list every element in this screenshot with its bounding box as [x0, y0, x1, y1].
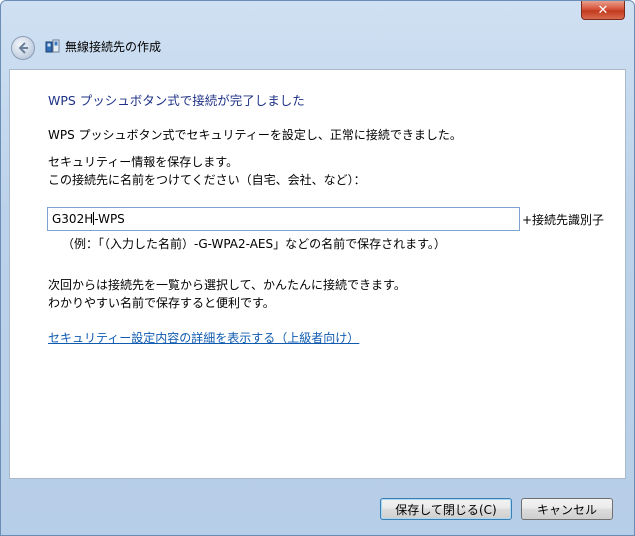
info-line-1: 次回からは接続先を一覧から選択して、かんたんに接続できます。 [48, 278, 406, 292]
example-text: （例：「（入力した名前）-G-WPA2-AES」などの名前で保存されます。） [62, 237, 446, 251]
identifier-suffix-label: +接続先識別子 [522, 213, 605, 227]
input-text-after-caret: -WPS [94, 212, 125, 226]
success-message: WPS プッシュボタン式でセキュリティーを設定し、正常に接続できました。 [48, 128, 462, 142]
connection-name-input[interactable]: G302H-WPS [47, 207, 520, 231]
security-details-link[interactable]: セキュリティー設定内容の詳細を表示する（上級者向け） [48, 329, 359, 346]
save-and-close-button[interactable]: 保存して閉じる(C) [380, 498, 512, 520]
save-info-text: セキュリティー情報を保存します。 [48, 155, 239, 169]
back-arrow-icon [18, 42, 28, 54]
close-button[interactable]: ✕ [581, 1, 625, 20]
name-prompt-text: この接続先に名前をつけてください（自宅、会社、など）： [48, 173, 366, 187]
content-panel: WPS プッシュボタン式で接続が完了しました WPS プッシュボタン式でセキュリ… [9, 69, 626, 479]
info-line-2: わかりやすい名前で保存すると便利です。 [48, 296, 275, 310]
cancel-button[interactable]: キャンセル [521, 498, 613, 520]
input-text-before-caret: G302H [52, 212, 94, 226]
wizard-title: 無線接続先の作成 [65, 40, 162, 54]
wireless-network-icon [45, 39, 60, 53]
page-heading: WPS プッシュボタン式で接続が完了しました [48, 93, 305, 108]
back-button[interactable] [11, 36, 35, 60]
close-icon: ✕ [597, 2, 609, 18]
wizard-window: ✕ 無線接続先の作成 WPS プッシュボタン式で接続が完了しました WPS プッ… [0, 0, 635, 536]
